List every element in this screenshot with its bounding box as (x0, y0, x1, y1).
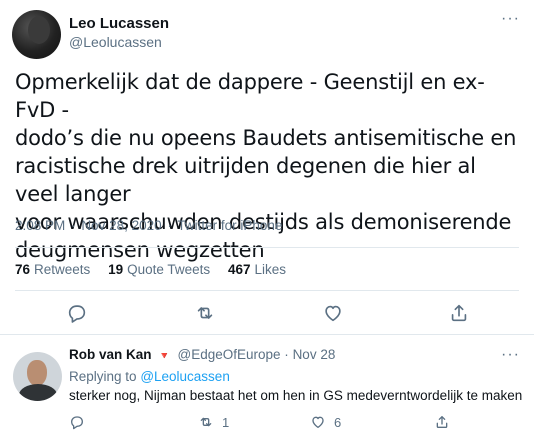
reply-avatar[interactable] (13, 352, 62, 401)
tweet-actions (0, 302, 534, 326)
tweet-text-line: Opmerkelijk dat de dappere - Geenstijl e… (15, 70, 485, 122)
tweet-text-line: racistische drek uitrijden degenen die h… (15, 154, 476, 206)
tweet-text-line: dodo’s die nu opeens Baudets antisemitis… (15, 126, 517, 150)
avatar-face (27, 360, 47, 386)
quote-tweets-stat[interactable]: 19 Quote Tweets (108, 262, 210, 277)
tweet-text: Opmerkelijk dat de dappere - Geenstijl e… (15, 68, 520, 264)
retweets-label: Retweets (34, 262, 91, 277)
replying-to: Replying to @Leolucassen (69, 369, 230, 384)
share-icon (436, 416, 448, 428)
quote-tweets-count: 19 (108, 262, 124, 277)
replying-mention[interactable]: @Leolucassen (140, 369, 230, 384)
reply-like-button[interactable]: 6 (310, 414, 341, 430)
share-icon[interactable] (448, 302, 470, 324)
author-handle[interactable]: @Leolucassen (69, 34, 162, 50)
avatar-shirt (19, 384, 57, 401)
author-name[interactable]: Leo Lucassen (69, 15, 169, 32)
replying-prefix: Replying to (69, 369, 137, 384)
reply-actions: 1 6 (0, 414, 534, 434)
tweet-stats: 76 Retweets 19 Quote Tweets 467 Likes (15, 262, 300, 277)
reply-text: sterker nog, Nijman bestaat het om hen i… (69, 388, 523, 403)
retweets-stat[interactable]: 76 Retweets (15, 262, 90, 277)
retweets-count: 76 (15, 262, 31, 277)
reply-header: Rob van Kan 🔻 @EdgeOfEurope · Nov 28 (69, 347, 335, 362)
divider (15, 247, 519, 248)
reply-icon[interactable] (66, 302, 88, 324)
more-options-icon[interactable]: ··· (501, 10, 520, 28)
like-icon[interactable] (322, 302, 344, 324)
quote-tweets-label: Quote Tweets (127, 262, 211, 277)
red-triangle-icon: 🔻 (158, 351, 171, 362)
reply-reply-button[interactable] (69, 414, 93, 430)
reply-retweet-button[interactable]: 1 (198, 414, 229, 430)
tweet-time[interactable]: 2:08 PM (15, 218, 65, 233)
author-avatar[interactable] (12, 10, 61, 59)
tweet-date[interactable]: Nov 28, 2020 (81, 218, 161, 233)
reply-more-options-icon[interactable]: ··· (501, 346, 520, 364)
likes-stat[interactable]: 467 Likes (228, 262, 286, 277)
reply-author-name[interactable]: Rob van Kan (69, 347, 152, 362)
divider (0, 334, 534, 335)
reply-author-handle[interactable]: @EdgeOfEurope (178, 347, 281, 362)
tweet-source[interactable]: Twitter for iPhone (177, 218, 282, 233)
tweet-meta: 2:08 PM · Nov 28, 2020 · Twitter for iPh… (15, 218, 284, 233)
divider (15, 290, 519, 291)
reply-icon (71, 416, 83, 430)
reply-like-count: 6 (334, 414, 342, 430)
meta-separator: · (284, 347, 289, 362)
likes-label: Likes (254, 262, 286, 277)
reply-share-button[interactable] (434, 414, 458, 430)
reply-date[interactable]: Nov 28 (293, 347, 336, 362)
likes-count: 467 (227, 262, 251, 277)
retweet-icon (200, 417, 212, 427)
meta-separator: · (71, 218, 76, 233)
like-icon (312, 416, 324, 428)
tweet-text-line: deugmensen wegzetten (15, 238, 265, 262)
retweet-icon[interactable] (194, 302, 216, 324)
reply-retweet-count: 1 (222, 414, 230, 430)
meta-separator: · (167, 218, 172, 233)
